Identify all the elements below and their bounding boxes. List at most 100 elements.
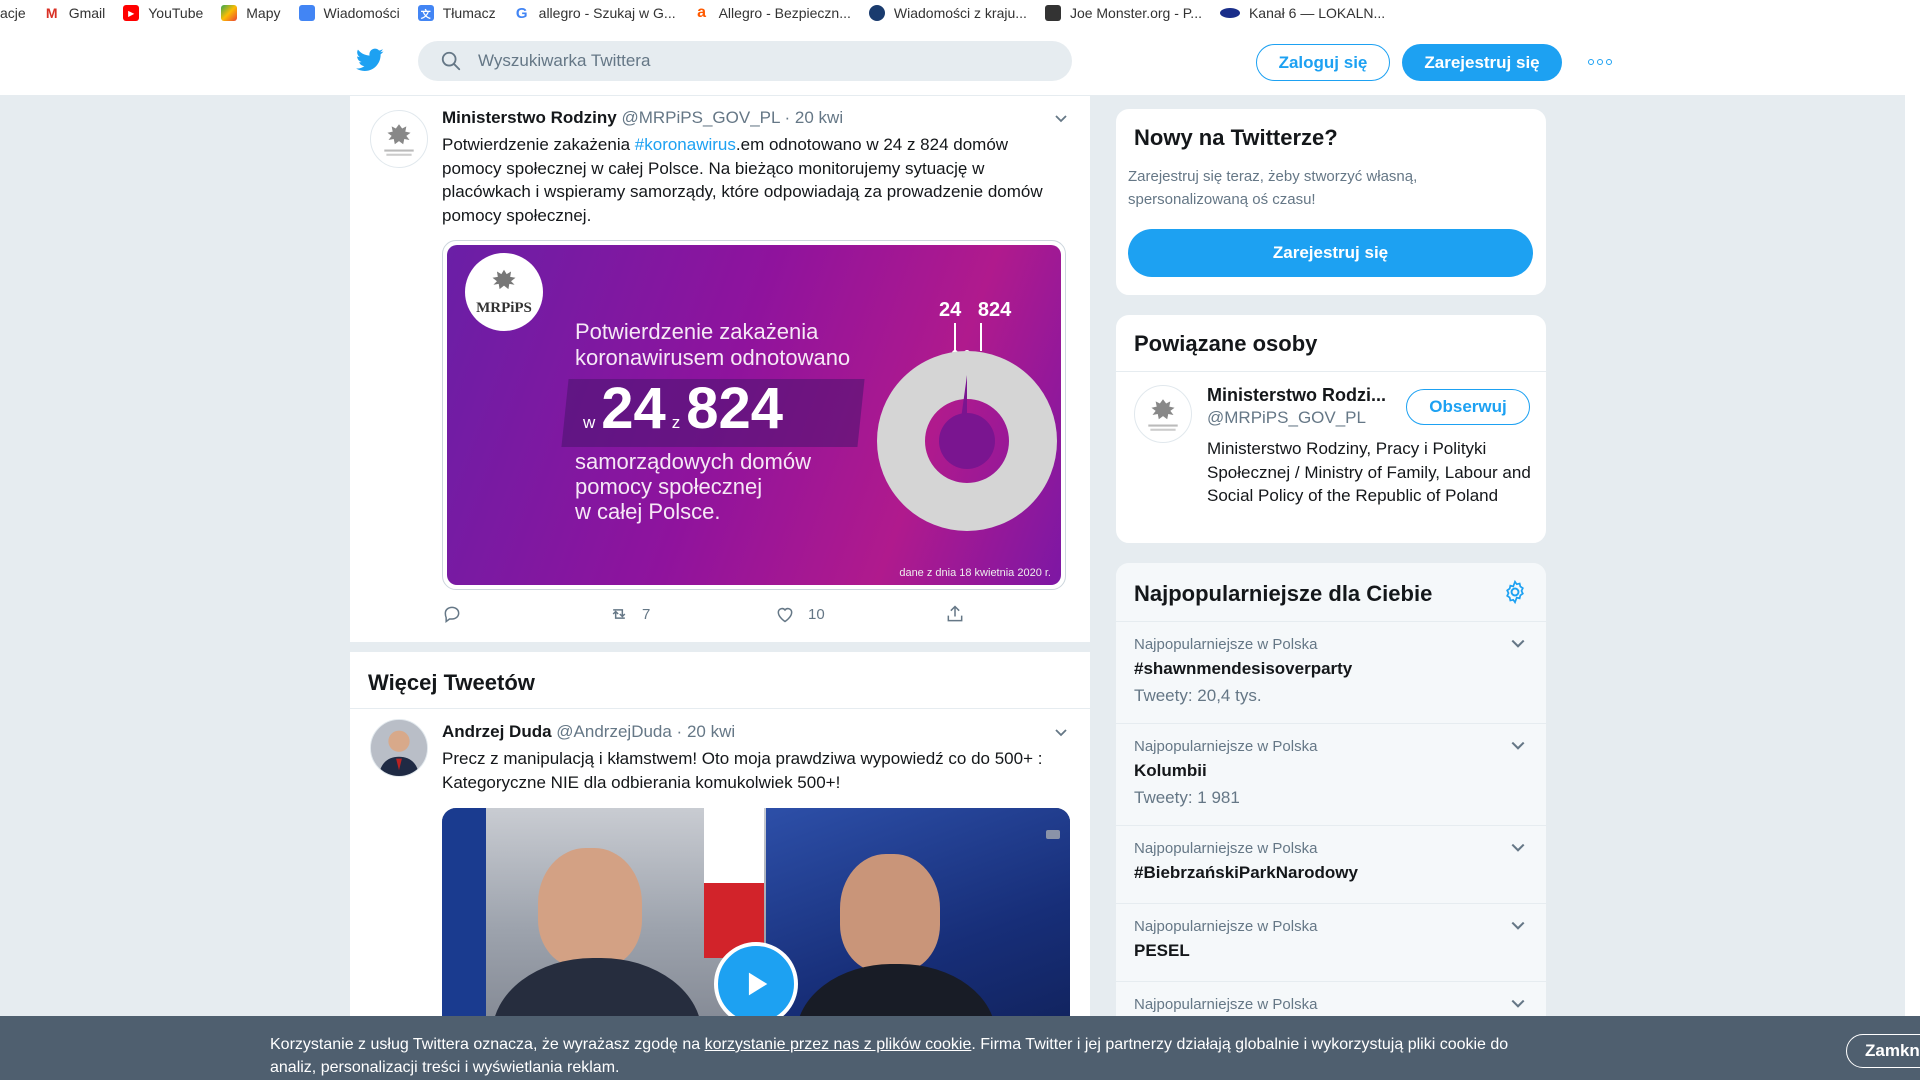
avatar[interactable] — [370, 110, 428, 168]
channel-icon — [1219, 8, 1240, 18]
tweet-text-part: Potwierdzenie zakażenia — [442, 135, 635, 154]
search-bar[interactable] — [418, 41, 1072, 81]
bookmark-label: Mapy — [246, 5, 281, 21]
chevron-down-icon[interactable] — [1510, 918, 1526, 934]
tweet-header: Andrzej Duda @AndrzejDuda · 20 kwi — [442, 722, 735, 742]
bookmark-label: Allegro - Bezpieczn... — [718, 5, 851, 21]
bookmark-label: YouTube — [148, 5, 204, 21]
bookmark-translate[interactable]: 文 Tłumacz — [417, 5, 496, 21]
chevron-down-icon[interactable] — [1054, 112, 1068, 126]
trend-name: #BiebrzańskiParkNarodowy — [1134, 863, 1358, 882]
bookmark-label: Tłumacz — [442, 5, 496, 21]
trend-item[interactable]: Najpopularniejsze w Polska #BiebrzańskiP… — [1116, 825, 1546, 903]
related-account-name[interactable]: Ministerstwo Rodzi... — [1207, 385, 1386, 406]
graphic-text: samorządowych domów — [575, 449, 811, 474]
like-button[interactable]: 10 — [774, 604, 825, 624]
chevron-down-icon[interactable] — [1510, 636, 1526, 652]
author-name[interactable]: Andrzej Duda — [442, 722, 552, 741]
signup-button[interactable]: Zarejestruj się — [1402, 44, 1562, 81]
card-title: Powiązane osoby — [1134, 331, 1318, 356]
cookie-close-button[interactable]: Zamknij — [1846, 1034, 1920, 1068]
gear-icon[interactable] — [1502, 579, 1528, 605]
divider — [1116, 371, 1546, 372]
person-photo — [371, 720, 427, 776]
related-account-bio: Ministerstwo Rodziny, Pracy i Polityki S… — [1207, 439, 1531, 505]
page-scrollbar[interactable] — [1905, 26, 1920, 1016]
bookmark-label: Wiadomości z kraju... — [893, 5, 1027, 21]
ministry-logo: MRPiPS — [465, 253, 543, 331]
trend-count: Tweety: 20,4 tys. — [1134, 686, 1262, 705]
retweet-button[interactable]: 7 — [608, 604, 650, 624]
reply-button[interactable] — [442, 604, 462, 624]
new-to-twitter-card: Nowy na Twitterze? Zarejestruj się teraz… — [1115, 108, 1547, 296]
author-meta: @MRPiPS_GOV_PL · 20 kwi — [621, 108, 844, 127]
trend-context: Najpopularniejsze w Polska — [1134, 738, 1318, 755]
retweet-icon — [612, 609, 626, 619]
chevron-down-icon[interactable] — [1510, 840, 1526, 856]
trend-item[interactable]: Najpopularniejsze w Polska #shawnmendesi… — [1116, 621, 1546, 723]
trend-context: Najpopularniejsze w Polska — [1134, 636, 1318, 653]
bookmark-label: Gmail — [68, 5, 106, 21]
tweet-text: Precz z manipulacją i kłamstwem! Oto moj… — [442, 749, 1043, 792]
logo-text: MRPiPS — [476, 299, 532, 316]
eagle-emblem-icon — [492, 269, 516, 289]
bookmark-youtube[interactable]: ▶ YouTube — [123, 5, 203, 21]
like-count: 10 — [808, 605, 825, 623]
hashtag-link[interactable]: #koronawirus — [635, 135, 736, 154]
more-options-icon[interactable] — [1588, 52, 1612, 72]
cookie-text: Korzystanie z usług Twittera oznacza, że… — [270, 1033, 1510, 1079]
bookmark-item[interactable]: acje — [0, 5, 26, 21]
news-icon — [298, 5, 315, 21]
translate-icon: 文 — [417, 5, 434, 21]
tweet-image[interactable]: MRPiPS Potwierdzenie zakażenia koronawir… — [442, 240, 1066, 590]
play-button[interactable] — [714, 942, 798, 1026]
bookmark-label: Kanał 6 — LOKALN... — [1248, 5, 1386, 21]
graphic-text: z — [671, 413, 681, 432]
trend-item[interactable]: Najpopularniejsze w Polska PESEL — [1116, 903, 1546, 981]
bookmark-allegro[interactable]: a Allegro - Bezpieczn... — [694, 4, 851, 21]
tweet[interactable]: Ministerstwo Rodziny @MRPiPS_GOV_PL · 20… — [350, 96, 1090, 642]
graphic-big-numbers: w 24 z 824 — [577, 375, 783, 442]
tweet-text: Potwierdzenie zakażenia #koronawirus.em … — [442, 133, 1062, 227]
trend-name: Kolumbii — [1134, 761, 1207, 780]
card-title: Nowy na Twitterze? — [1134, 125, 1338, 150]
sidebar-signup-button[interactable]: Zarejestruj się — [1128, 229, 1533, 277]
trend-item[interactable]: Najpopularniejsze w Polska Kolumbii Twee… — [1116, 723, 1546, 825]
eagle-emblem-icon — [1148, 399, 1178, 431]
donut-chart — [877, 323, 1057, 531]
caption-icon — [1046, 830, 1060, 839]
share-button[interactable] — [944, 604, 966, 624]
avatar[interactable] — [370, 719, 428, 777]
graphic-headline: Potwierdzenie zakażenia koronawirusem od… — [575, 319, 850, 371]
chevron-down-icon[interactable] — [1510, 996, 1526, 1012]
avatar[interactable] — [1134, 385, 1192, 443]
login-button[interactable]: Zaloguj się — [1256, 44, 1390, 81]
chevron-down-icon[interactable] — [1054, 726, 1068, 740]
bookmark-google[interactable]: Gallegro - Szukaj w G... — [514, 5, 676, 22]
bookmark-news-country[interactable]: Wiadomości z kraju... — [868, 5, 1027, 21]
bookmarks-bar: acje M Gmail ▶ YouTube Mapy Wiadomości 文 Tł… — [0, 0, 1920, 26]
author-name[interactable]: Ministerstwo Rodziny — [442, 108, 617, 127]
card-description: Zarejestruj się teraz, żeby stworzyć wła… — [1128, 168, 1418, 208]
cookie-banner: Korzystanie z usług Twittera oznacza, że… — [0, 1016, 1920, 1080]
related-people-card: Powiązane osoby Ministerstwo Rodzi... @M… — [1115, 314, 1547, 544]
search-input[interactable] — [478, 51, 1038, 71]
globe-icon — [868, 5, 885, 21]
bookmark-maps[interactable]: Mapy — [221, 5, 281, 21]
bookmark-label: Wiadomości — [323, 5, 400, 21]
twitter-logo-icon[interactable] — [354, 46, 386, 74]
bookmark-news[interactable]: Wiadomości — [298, 5, 400, 21]
bookmark-channel[interactable]: Kanał 6 — LOKALN... — [1219, 5, 1386, 21]
more-tweets-heading: Więcej Tweetów — [368, 670, 535, 695]
top-navigation: Zaloguj się Zarejestruj się — [0, 26, 1920, 96]
follow-button[interactable]: Obserwuj — [1406, 389, 1530, 425]
trends-header: Najpopularniejsze dla Ciebie — [1116, 563, 1546, 621]
cookie-policy-link[interactable]: korzystanie przez nas z plików cookie — [705, 1036, 972, 1053]
chevron-down-icon[interactable] — [1510, 738, 1526, 754]
bookmark-joemonster[interactable]: Joe Monster.org - P... — [1044, 5, 1202, 21]
trend-name: #shawnmendesisoverparty — [1134, 659, 1353, 678]
retweet-count: 7 — [642, 605, 651, 623]
bookmark-gmail[interactable]: M Gmail — [44, 5, 106, 21]
tweet-actions: 7 10 — [442, 604, 982, 626]
poland-flag — [704, 808, 764, 958]
